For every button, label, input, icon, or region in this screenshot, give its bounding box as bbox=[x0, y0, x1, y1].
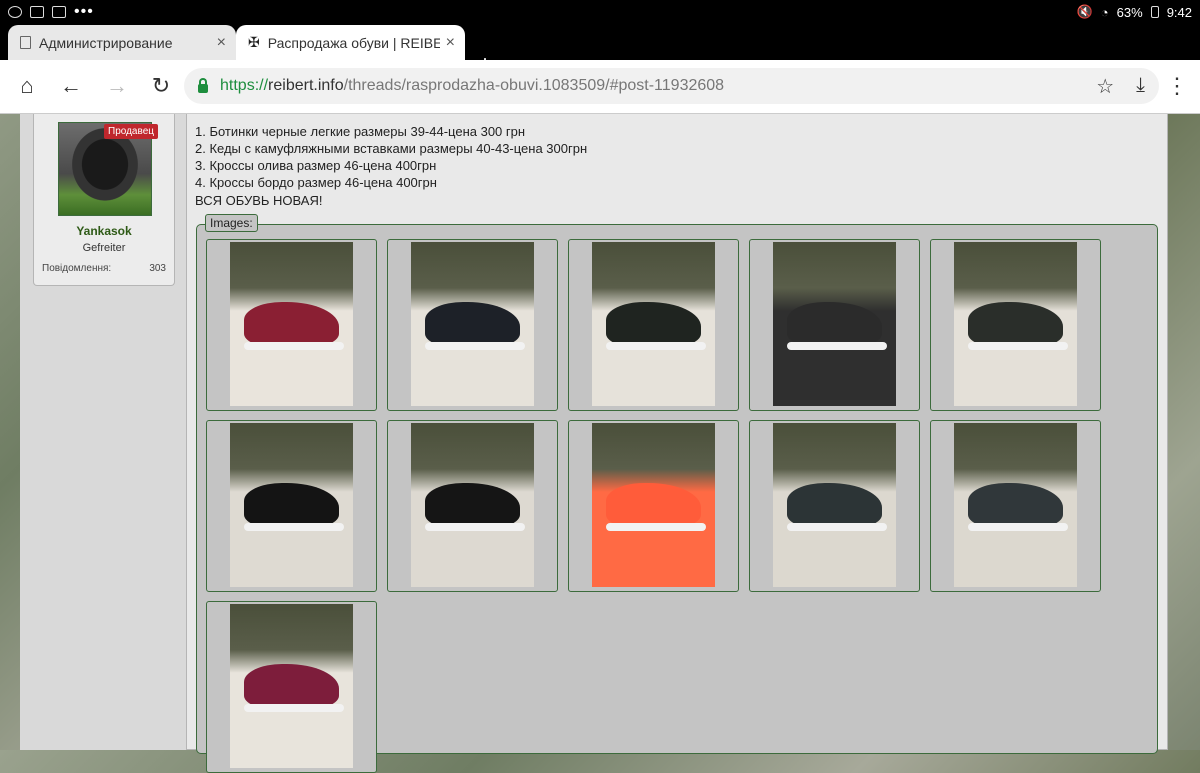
menu-icon[interactable]: ⋮ bbox=[1164, 73, 1190, 99]
image-thumbnail[interactable] bbox=[206, 420, 377, 592]
home-icon[interactable]: ⌂ bbox=[14, 73, 40, 99]
shoe-sole bbox=[606, 342, 706, 350]
address-bar[interactable]: https://reibert.info/threads/rasprodazha… bbox=[184, 68, 1159, 104]
battery-icon bbox=[1150, 6, 1159, 18]
shoe-sole bbox=[244, 523, 344, 531]
shoe-photo bbox=[411, 423, 534, 587]
shoe-photo bbox=[592, 242, 715, 406]
lock-icon bbox=[198, 77, 208, 93]
shoe-photo bbox=[773, 242, 896, 406]
reload-icon[interactable]: ↻ bbox=[148, 73, 174, 99]
seller-badge: Продавец bbox=[104, 124, 158, 139]
shoe-photo bbox=[230, 423, 353, 587]
battery-percent: 63% bbox=[1116, 4, 1143, 20]
image-thumbnail[interactable] bbox=[568, 239, 739, 411]
shoe-shape bbox=[425, 302, 520, 347]
browser-toolbar: ⌂ ← → ↻ https://reibert.info/threads/ras… bbox=[0, 60, 1200, 114]
shoe-shape bbox=[244, 302, 339, 347]
shoe-photo bbox=[230, 242, 353, 406]
wifi-icon: ◔ bbox=[1100, 4, 1109, 20]
username-link[interactable]: Yankasok bbox=[34, 224, 174, 238]
shoe-photo bbox=[954, 242, 1077, 406]
image-thumbnail[interactable] bbox=[568, 420, 739, 592]
post-line: ВСЯ ОБУВЬ НОВАЯ! bbox=[195, 193, 323, 208]
image-thumbnail[interactable] bbox=[387, 420, 558, 592]
shoe-sole bbox=[425, 523, 525, 531]
shoe-sole bbox=[244, 704, 344, 712]
mute-icon: 🔇 bbox=[1076, 4, 1093, 19]
url-scheme: https:// bbox=[220, 77, 269, 94]
post-line: 3. Кроссы олива размер 46-цена 400грн bbox=[195, 158, 437, 173]
image-thumbnail[interactable] bbox=[749, 239, 920, 411]
shoe-photo bbox=[592, 423, 715, 587]
tab-administration[interactable]: Администрирование × bbox=[8, 25, 236, 60]
post-line: 1. Ботинки черные легкие размеры 39-44-ц… bbox=[195, 124, 526, 139]
image-thumbnail[interactable] bbox=[387, 239, 558, 411]
image-thumbnail[interactable] bbox=[206, 239, 377, 411]
bookmark-star-icon[interactable]: ☆ bbox=[1096, 74, 1114, 99]
tab-title: Распродажа обуви | REIBER bbox=[267, 34, 440, 51]
shoe-photo bbox=[230, 604, 353, 768]
shoe-sole bbox=[244, 342, 344, 350]
image-thumbnail[interactable] bbox=[930, 420, 1101, 592]
document-icon bbox=[20, 36, 31, 49]
url-host: reibert.info bbox=[268, 77, 344, 94]
shoe-sole bbox=[606, 523, 706, 531]
tab-title: Администрирование bbox=[39, 34, 173, 51]
download-icon[interactable]: ⤓ bbox=[1136, 74, 1145, 99]
shoe-photo bbox=[411, 242, 534, 406]
close-tab-icon[interactable]: × bbox=[446, 34, 455, 52]
back-icon[interactable]: ← bbox=[58, 73, 84, 99]
image-thumbnail[interactable] bbox=[206, 601, 377, 773]
gallery-icon bbox=[30, 6, 44, 18]
telegram-icon bbox=[8, 6, 22, 18]
tab-strip: Администрирование × ✠ Распродажа обуви |… bbox=[0, 24, 1200, 77]
forward-icon[interactable]: → bbox=[104, 73, 130, 99]
post-line: 2. Кеды с камуфляжными вставками размеры… bbox=[195, 141, 588, 156]
shoe-shape bbox=[787, 483, 882, 528]
shoe-shape bbox=[968, 483, 1063, 528]
post-body: 1. Ботинки черные легкие размеры 39-44-ц… bbox=[186, 114, 1168, 773]
shoe-sole bbox=[968, 523, 1068, 531]
status-bar: ••• 🔇 ◔ 63% 9:42 bbox=[0, 0, 1200, 24]
shoe-sole bbox=[425, 342, 525, 350]
shoe-shape bbox=[425, 483, 520, 528]
post-line: 4. Кроссы бордо размер 46-цена 400грн bbox=[195, 175, 437, 190]
iron-cross-icon: ✠ bbox=[248, 34, 260, 50]
image-thumbnail[interactable] bbox=[749, 420, 920, 592]
shoe-shape bbox=[606, 302, 701, 347]
shoe-shape bbox=[787, 302, 882, 347]
shoe-photo bbox=[773, 423, 896, 587]
shoe-sole bbox=[787, 342, 887, 350]
user-rank: Gefreiter bbox=[82, 242, 126, 254]
shoe-shape bbox=[606, 483, 701, 528]
url-path: /threads/rasprodazha-obuvi.1083509/#post… bbox=[343, 77, 725, 94]
shoe-shape bbox=[244, 483, 339, 528]
clock: 9:42 bbox=[1166, 4, 1192, 20]
shoe-sole bbox=[968, 342, 1068, 350]
posts-label: Повідомлення: bbox=[42, 263, 112, 274]
posts-count: 303 bbox=[149, 263, 166, 274]
user-info-panel: Продавец Yankasok Gefreiter Повідомлення… bbox=[33, 114, 175, 286]
image-thumbnail[interactable] bbox=[930, 239, 1101, 411]
tab-shoe-sale[interactable]: ✠ Распродажа обуви | REIBER × bbox=[236, 25, 465, 60]
shoe-sole bbox=[787, 523, 887, 531]
shoe-shape bbox=[244, 664, 339, 709]
images-legend: Images: bbox=[205, 214, 258, 232]
more-notifications-icon: ••• bbox=[74, 3, 94, 20]
shoe-photo bbox=[954, 423, 1077, 587]
shoe-shape bbox=[968, 302, 1063, 347]
mail-icon bbox=[52, 6, 66, 18]
close-tab-icon[interactable]: × bbox=[217, 34, 226, 52]
